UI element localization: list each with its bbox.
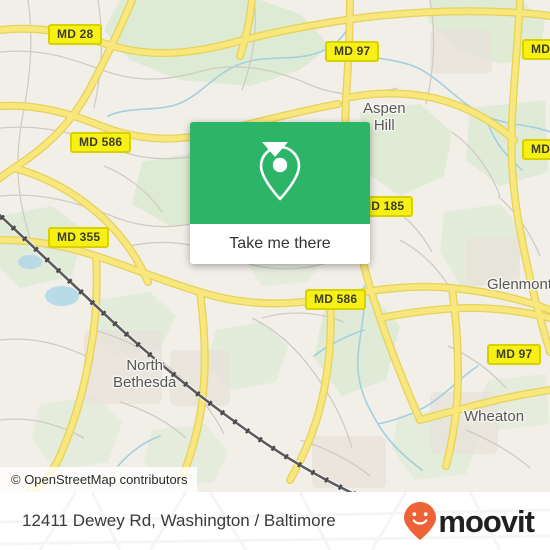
moovit-location-screen: MD 28 MD 97 MD 586 MD MD 1 MD 185 MD 355… — [0, 0, 550, 550]
take-me-there-button[interactable]: Take me there — [190, 224, 370, 264]
road-shield-md-586-east[interactable]: MD 586 — [305, 289, 367, 310]
moovit-logo[interactable]: moovit — [403, 501, 535, 541]
callout-pointer-tail — [262, 142, 288, 157]
road-shield-md-586-west[interactable]: MD 586 — [70, 132, 132, 153]
footer-address-label: 12411 Dewey Rd, Washington / Baltimore — [22, 511, 336, 530]
road-shield-md-28[interactable]: MD 28 — [48, 24, 103, 45]
callout-pin-panel — [190, 122, 370, 224]
road-shield-right-top[interactable]: MD — [522, 39, 550, 60]
road-shield-md-355[interactable]: MD 355 — [48, 227, 110, 248]
osm-attribution[interactable]: © OpenStreetMap contributors — [0, 467, 197, 492]
map-canvas[interactable]: MD 28 MD 97 MD 586 MD MD 1 MD 185 MD 355… — [0, 0, 550, 492]
road-shield-md-97-south[interactable]: MD 97 — [487, 344, 542, 365]
place-label-north-bethesda: North Bethesda — [113, 357, 177, 391]
road-shield-right-mid[interactable]: MD 1 — [522, 139, 550, 160]
place-label-wheaton: Wheaton — [464, 408, 525, 425]
road-shield-md-97-north[interactable]: MD 97 — [325, 41, 380, 62]
moovit-smiley-pin-icon — [404, 502, 437, 540]
moovit-wordmark: moovit — [438, 503, 535, 539]
place-label-glenmont: Glenmont — [487, 276, 550, 293]
footer-bar: 12411 Dewey Rd, Washington / Baltimore m… — [0, 492, 550, 550]
